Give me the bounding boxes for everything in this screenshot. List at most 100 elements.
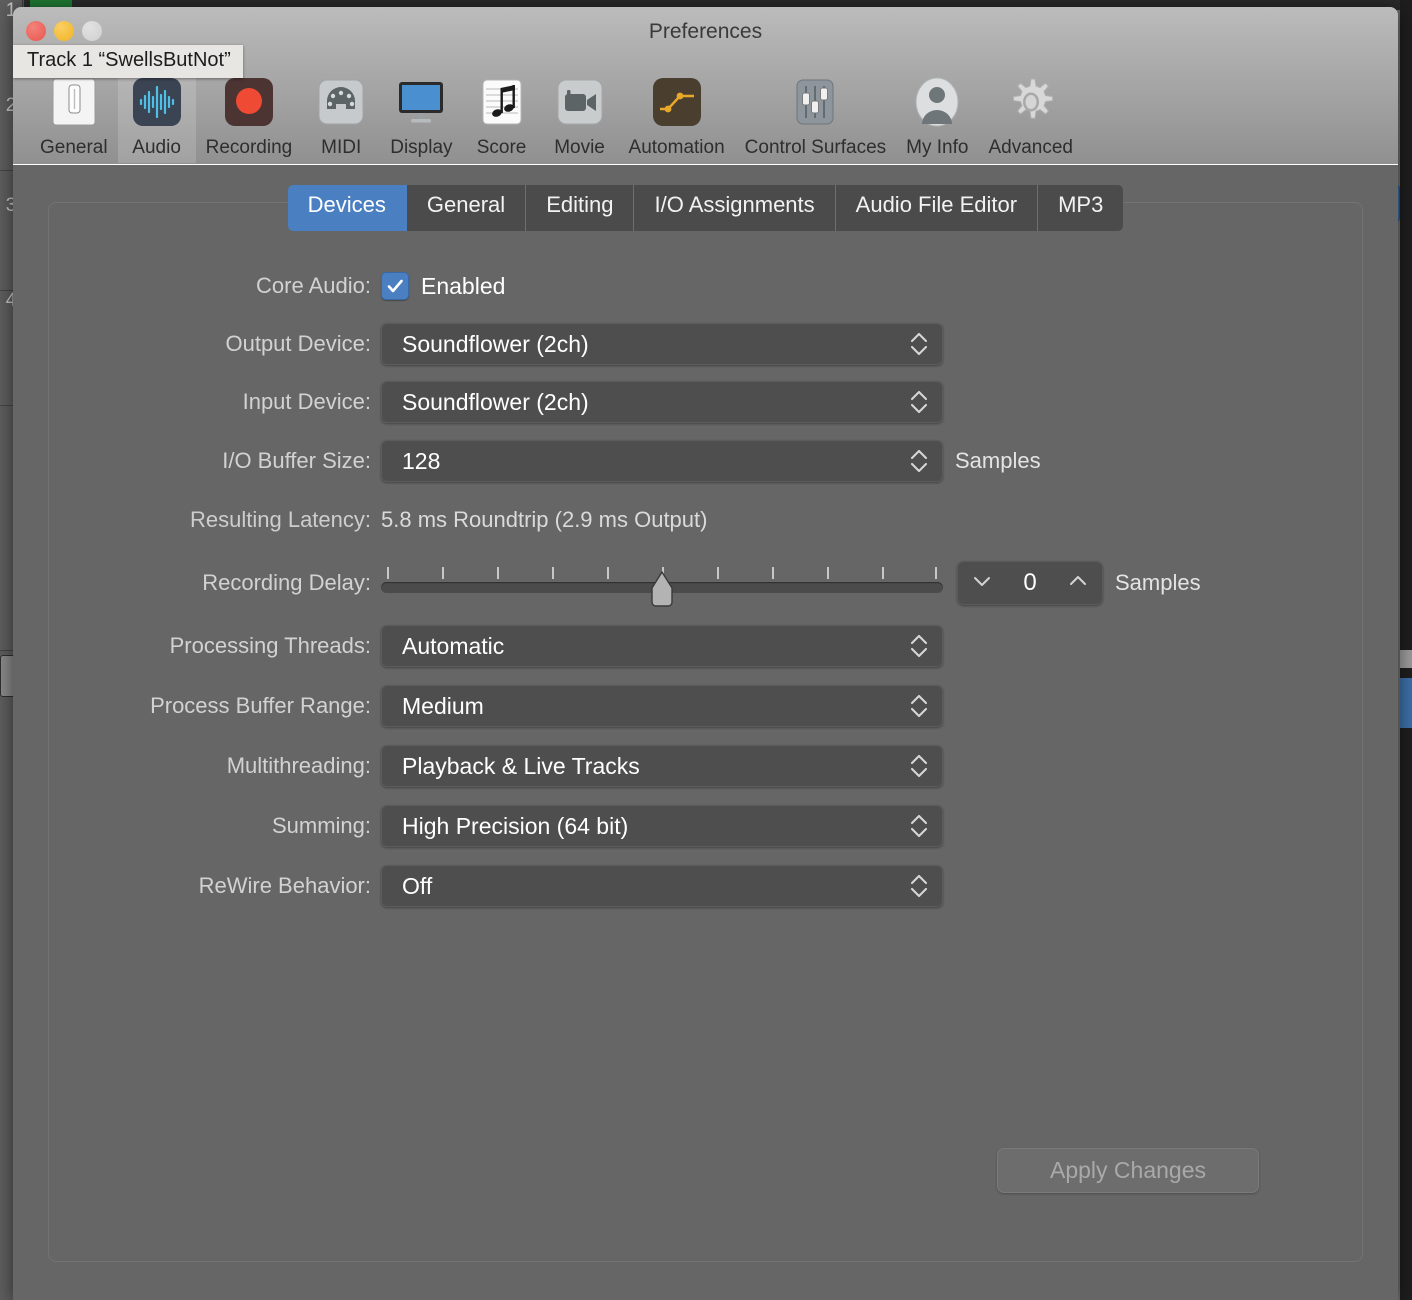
- summing-select[interactable]: High Precision (64 bit): [381, 805, 943, 847]
- background-right-gray-bar: [1400, 650, 1412, 668]
- toolbar-item-automation[interactable]: Automation: [619, 55, 735, 163]
- record-dot-icon: [220, 73, 278, 131]
- processing-threads-label: Processing Threads:: [169, 633, 371, 658]
- toolbar-item-advanced[interactable]: Advanced: [978, 55, 1083, 163]
- row-input-device: Input Device: Soundflower (2ch): [49, 381, 943, 423]
- process-buffer-range-value: Medium: [402, 692, 484, 719]
- tab-audio-file-editor[interactable]: Audio File Editor: [835, 185, 1039, 231]
- faders-icon: [786, 73, 844, 131]
- chevron-down-icon: [974, 576, 990, 586]
- general-slider-icon: [45, 73, 103, 131]
- window-title: Preferences: [648, 20, 763, 43]
- io-buffer-size-select[interactable]: 128: [381, 440, 943, 482]
- row-process-buffer-range: Process Buffer Range: Medium: [49, 685, 943, 727]
- output-device-label: Output Device:: [225, 331, 371, 356]
- chevron-updown-icon: [908, 631, 930, 661]
- tab-editing[interactable]: Editing: [526, 185, 635, 231]
- resulting-latency-label: Resulting Latency:: [190, 507, 371, 532]
- slider-thumb[interactable]: [649, 571, 675, 609]
- chevron-updown-icon: [908, 871, 930, 901]
- chevron-updown-icon: [908, 446, 930, 476]
- io-buffer-size-label: I/O Buffer Size:: [222, 448, 371, 473]
- toolbar-item-label: Display: [390, 137, 453, 158]
- recording-delay-value: 0: [1023, 569, 1037, 596]
- processing-threads-value: Automatic: [402, 632, 505, 659]
- rewire-behavior-value: Off: [402, 872, 433, 899]
- row-resulting-latency: Resulting Latency: 5.8 ms Roundtrip (2.9…: [49, 499, 707, 541]
- row-rewire-behavior: ReWire Behavior: Off: [49, 865, 943, 907]
- input-device-value: Soundflower (2ch): [402, 388, 589, 415]
- toolbar-item-label: MIDI: [321, 137, 362, 158]
- process-buffer-range-select[interactable]: Medium: [381, 685, 943, 727]
- processing-threads-select[interactable]: Automatic: [381, 625, 943, 667]
- toolbar-item-label: Advanced: [988, 137, 1073, 158]
- display-monitor-icon: [392, 73, 450, 131]
- row-recording-delay: Recording Delay: 0 Samples: [49, 561, 1201, 607]
- apply-changes-button[interactable]: Apply Changes: [997, 1148, 1259, 1193]
- recording-delay-label: Recording Delay:: [202, 570, 371, 595]
- summing-label: Summing:: [271, 813, 371, 838]
- row-output-device: Output Device: Soundflower (2ch): [49, 323, 943, 365]
- chevron-updown-icon: [908, 387, 930, 417]
- toolbar-item-display[interactable]: Display: [380, 55, 462, 163]
- toolbar-item-label: General: [40, 137, 108, 158]
- track-tooltip: Track 1 “SwellsButNot”: [13, 45, 243, 78]
- input-device-select[interactable]: Soundflower (2ch): [381, 381, 943, 423]
- output-device-value: Soundflower (2ch): [402, 330, 589, 357]
- toolbar-item-control-surfaces[interactable]: Control Surfaces: [735, 55, 897, 163]
- tab-general[interactable]: General: [406, 185, 527, 231]
- row-processing-threads: Processing Threads: Automatic: [49, 625, 943, 667]
- movie-camera-icon: [551, 73, 609, 131]
- toolbar-item-label: Audio: [132, 137, 181, 158]
- toolbar-item-midi[interactable]: MIDI: [302, 55, 380, 163]
- toolbar-item-label: Score: [476, 137, 527, 158]
- multithreading-value: Playback & Live Tracks: [402, 752, 640, 779]
- devices-settings-panel: Core Audio: Enabled Output Device: Sound…: [48, 202, 1363, 1262]
- row-multithreading: Multithreading: Playback & Live Tracks: [49, 745, 943, 787]
- checkmark-icon: [387, 279, 403, 293]
- resulting-latency-value: 5.8 ms Roundtrip (2.9 ms Output): [381, 507, 708, 532]
- input-device-label: Input Device:: [242, 389, 371, 414]
- output-device-select[interactable]: Soundflower (2ch): [381, 323, 943, 365]
- toolbar-item-label: My Info: [906, 137, 969, 158]
- core-audio-label: Core Audio:: [256, 273, 371, 298]
- rewire-behavior-select[interactable]: Off: [381, 865, 943, 907]
- process-buffer-range-label: Process Buffer Range:: [150, 693, 371, 718]
- person-avatar-icon: [908, 73, 966, 131]
- chevron-up-icon: [1069, 575, 1086, 585]
- toolbar-item-label: Movie: [554, 137, 605, 158]
- midi-port-icon: [312, 73, 370, 131]
- core-audio-enabled-label: Enabled: [421, 272, 506, 299]
- background-right-selected-region: [1400, 678, 1412, 728]
- multithreading-label: Multithreading:: [226, 753, 371, 778]
- tab-io-assignments[interactable]: I/O Assignments: [634, 185, 836, 231]
- row-io-buffer-size: I/O Buffer Size: 128 Samples: [49, 440, 1041, 482]
- tab-mp3[interactable]: MP3: [1038, 185, 1124, 231]
- toolbar-item-my-info[interactable]: My Info: [896, 55, 978, 163]
- chevron-updown-icon: [908, 751, 930, 781]
- automation-curve-icon: [648, 73, 706, 131]
- chevron-updown-icon: [908, 329, 930, 359]
- audio-waveform-icon: [128, 73, 186, 131]
- tab-devices[interactable]: Devices: [287, 185, 407, 231]
- toolbar-item-score[interactable]: Score: [463, 55, 541, 163]
- chevron-updown-icon: [908, 691, 930, 721]
- stepper-decrement-button[interactable]: [972, 574, 992, 593]
- stepper-increment-button[interactable]: [1068, 574, 1088, 593]
- gear-icon: [1002, 73, 1060, 131]
- toolbar-item-label: Automation: [628, 137, 725, 158]
- multithreading-select[interactable]: Playback & Live Tracks: [381, 745, 943, 787]
- summing-value: High Precision (64 bit): [402, 812, 629, 839]
- row-core-audio: Core Audio: Enabled: [49, 265, 505, 307]
- recording-delay-slider[interactable]: [381, 562, 943, 607]
- window-titlebar-toolbar: Preferences General Audio Recording MIDI…: [13, 7, 1398, 165]
- preferences-tab-bar: Devices General Editing I/O Assignments …: [13, 185, 1398, 231]
- row-summing: Summing: High Precision (64 bit): [49, 805, 943, 847]
- toolbar-item-label: Recording: [205, 137, 293, 158]
- toolbar-item-movie[interactable]: Movie: [541, 55, 619, 163]
- rewire-behavior-label: ReWire Behavior:: [198, 873, 371, 898]
- io-buffer-size-value: 128: [402, 447, 441, 474]
- toolbar-item-label: Control Surfaces: [744, 137, 887, 158]
- recording-delay-stepper[interactable]: 0: [957, 561, 1103, 605]
- core-audio-checkbox[interactable]: [381, 272, 409, 300]
